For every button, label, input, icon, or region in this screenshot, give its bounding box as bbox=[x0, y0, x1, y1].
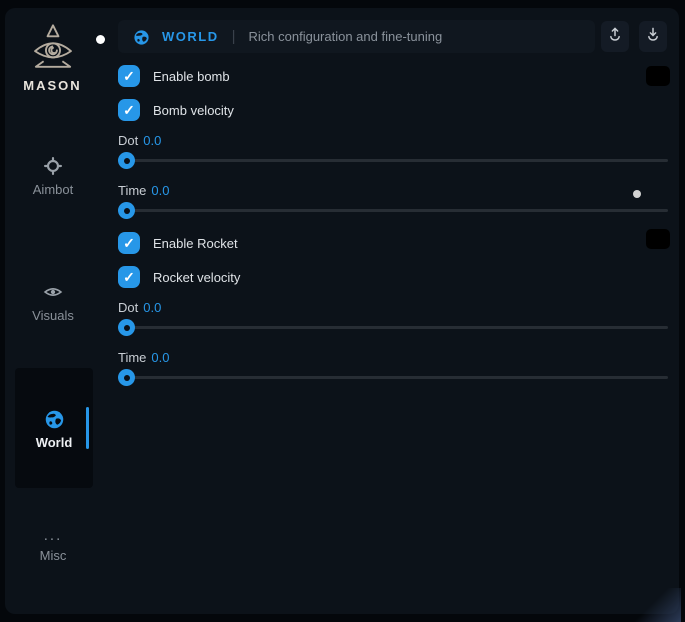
toggle-row: ✓ Bomb velocity bbox=[118, 99, 234, 121]
bomb-color-swatch[interactable] bbox=[646, 66, 670, 86]
page-header: WORLD | Rich configuration and fine-tuni… bbox=[118, 20, 595, 53]
slider-name: Dot bbox=[118, 133, 138, 148]
brand-name: MASON bbox=[5, 78, 100, 93]
sidebar-item-aimbot[interactable]: Aimbot bbox=[12, 156, 94, 197]
slider-thumb[interactable] bbox=[118, 152, 135, 169]
header-separator: | bbox=[232, 28, 236, 45]
ellipsis-icon: ... bbox=[12, 532, 94, 540]
toggle-label: Enable Rocket bbox=[153, 236, 238, 251]
rocket-dot-slider[interactable] bbox=[118, 326, 668, 329]
toggle-row: ✓ Rocket velocity bbox=[118, 266, 240, 288]
app-window: MASON Aimbot Visuals bbox=[5, 8, 679, 614]
slider-thumb[interactable] bbox=[118, 202, 135, 219]
sidebar-item-misc[interactable]: ... Misc bbox=[12, 532, 94, 563]
crosshair-icon bbox=[43, 156, 63, 176]
slider-thumb[interactable] bbox=[118, 369, 135, 386]
sidebar: MASON Aimbot Visuals bbox=[5, 8, 110, 614]
toggle-label: Enable bomb bbox=[153, 69, 230, 84]
slider-label: Time 0.0 bbox=[118, 350, 169, 365]
toggle-row: ✓ Enable Rocket bbox=[118, 232, 238, 254]
download-icon bbox=[644, 25, 662, 48]
slider-label: Dot 0.0 bbox=[118, 300, 161, 315]
page-subtitle: Rich configuration and fine-tuning bbox=[249, 29, 443, 44]
globe-icon bbox=[133, 29, 149, 45]
enable-rocket-checkbox[interactable]: ✓ bbox=[118, 232, 140, 254]
upload-config-button[interactable] bbox=[601, 21, 629, 52]
corner-glow bbox=[629, 588, 681, 622]
slider-name: Time bbox=[118, 350, 146, 365]
mason-eye-triangle-icon bbox=[5, 22, 100, 74]
enable-bomb-checkbox[interactable]: ✓ bbox=[118, 65, 140, 87]
slider-value: 0.0 bbox=[143, 300, 161, 315]
slider-name: Dot bbox=[118, 300, 138, 315]
rocket-time-slider[interactable] bbox=[118, 376, 668, 379]
cursor-dot bbox=[96, 35, 105, 44]
cursor-dot bbox=[633, 190, 641, 198]
slider-value: 0.0 bbox=[143, 133, 161, 148]
sidebar-item-world[interactable]: World bbox=[15, 368, 93, 488]
toggle-row: ✓ Enable bomb bbox=[118, 65, 230, 87]
brand-logo: MASON bbox=[5, 22, 100, 93]
sidebar-item-label: World bbox=[36, 435, 73, 450]
check-icon: ✓ bbox=[123, 235, 135, 252]
check-icon: ✓ bbox=[123, 269, 135, 286]
sidebar-item-label: Misc bbox=[40, 548, 67, 563]
slider-label: Time 0.0 bbox=[118, 183, 169, 198]
page-title: WORLD bbox=[162, 29, 219, 44]
slider-value: 0.0 bbox=[151, 183, 169, 198]
slider-thumb[interactable] bbox=[118, 319, 135, 336]
download-config-button[interactable] bbox=[639, 21, 667, 52]
bomb-velocity-checkbox[interactable]: ✓ bbox=[118, 99, 140, 121]
slider-name: Time bbox=[118, 183, 146, 198]
check-icon: ✓ bbox=[123, 102, 135, 119]
toggle-label: Bomb velocity bbox=[153, 103, 234, 118]
sidebar-item-label: Visuals bbox=[32, 308, 74, 323]
rocket-color-swatch[interactable] bbox=[646, 229, 670, 249]
upload-icon bbox=[606, 25, 624, 48]
check-icon: ✓ bbox=[123, 68, 135, 85]
bomb-time-slider[interactable] bbox=[118, 209, 668, 212]
eye-icon bbox=[43, 282, 63, 302]
sidebar-item-visuals[interactable]: Visuals bbox=[12, 282, 94, 323]
slider-value: 0.0 bbox=[151, 350, 169, 365]
sidebar-item-label: Aimbot bbox=[33, 182, 73, 197]
globe-icon bbox=[44, 409, 64, 429]
bomb-dot-slider[interactable] bbox=[118, 159, 668, 162]
active-item-indicator bbox=[86, 407, 89, 449]
slider-label: Dot 0.0 bbox=[118, 133, 161, 148]
rocket-velocity-checkbox[interactable]: ✓ bbox=[118, 266, 140, 288]
toggle-label: Rocket velocity bbox=[153, 270, 240, 285]
